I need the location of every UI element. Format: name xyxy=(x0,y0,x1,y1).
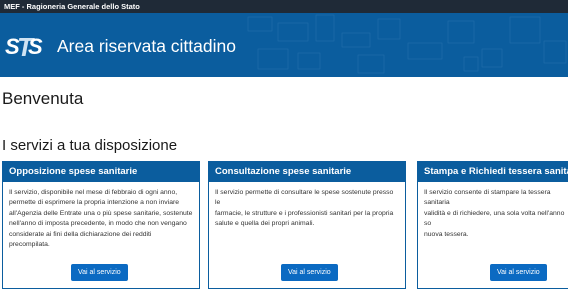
card-title: Stampa e Richiedi tessera sanitaria xyxy=(418,162,568,182)
service-card-opposizione: Opposizione spese sanitarie Il servizio,… xyxy=(2,161,200,289)
app-title: Area riservata cittadino xyxy=(57,36,236,56)
card-description: Il servizio consente di stampare la tess… xyxy=(424,189,565,238)
welcome-heading: Benvenuta xyxy=(2,89,84,108)
card-title: Consultazione spese sanitarie xyxy=(209,162,405,182)
services-heading: I servizi a tua disposizione xyxy=(2,137,178,154)
service-card-tessera: Stampa e Richiedi tessera sanitaria Il s… xyxy=(417,161,568,289)
svg-text:S: S xyxy=(28,34,43,59)
service-card-consultazione: Consultazione spese sanitarie Il servizi… xyxy=(208,161,406,289)
card-title: Opposizione spese sanitarie xyxy=(3,162,199,182)
go-to-service-button[interactable]: Vai al servizio xyxy=(71,264,128,281)
top-bar-title: MEF - Ragioneria Generale dello Stato xyxy=(4,2,140,11)
header-banner: S T S Area riservata cittadino xyxy=(0,13,568,77)
card-description: Il servizio permette di consultare le sp… xyxy=(215,189,394,228)
top-bar: MEF - Ragioneria Generale dello Stato xyxy=(0,0,568,13)
go-to-service-button[interactable]: Vai al servizio xyxy=(281,264,338,281)
card-description: Il servizio, disponibile nel mese di feb… xyxy=(9,189,193,249)
go-to-service-button[interactable]: Vai al servizio xyxy=(490,264,547,281)
decorative-pattern xyxy=(247,14,567,74)
sts-logo-icon[interactable]: S T S xyxy=(4,30,44,62)
